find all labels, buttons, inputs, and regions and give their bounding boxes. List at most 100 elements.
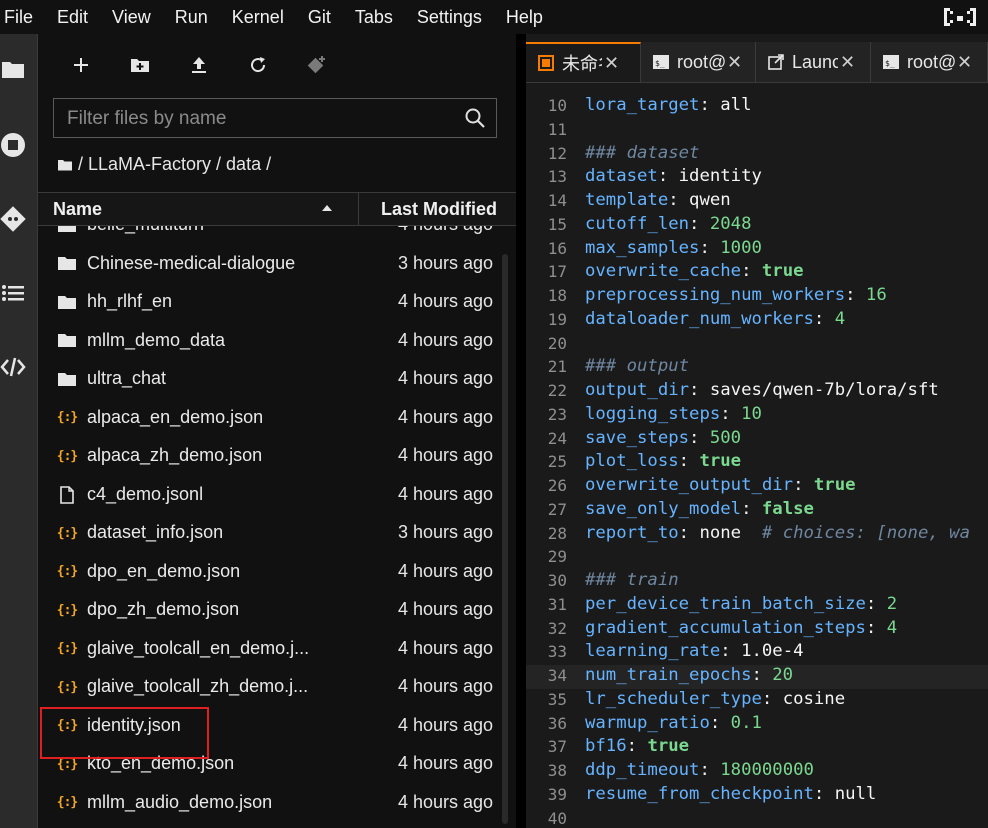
git-icon[interactable]	[0, 206, 26, 232]
line-content: max_samples: 1000	[585, 238, 762, 258]
close-icon[interactable]: ✕	[840, 52, 855, 73]
line-number: 28	[547, 523, 567, 543]
code-line[interactable]: 30 ### train	[526, 570, 988, 594]
new-folder-icon[interactable]	[127, 52, 153, 78]
file-row[interactable]: {:} glaive_toolcall_en_demo.j... 4 hours a…	[38, 630, 516, 668]
file-row[interactable]: {:} dpo_zh_demo.json 4 hours ago	[38, 591, 516, 629]
menu-run[interactable]: Run	[163, 0, 220, 34]
code-line[interactable]: 33 learning_rate: 1.0e-4	[526, 641, 988, 665]
code-line[interactable]: 29	[526, 546, 988, 570]
toc-icon[interactable]	[0, 280, 26, 306]
code-line[interactable]: 28 report_to: none # choices: [none, wa	[526, 523, 988, 547]
file-row[interactable]: {:} dpo_en_demo.json 4 hours ago	[38, 553, 516, 591]
filter-files-input[interactable]	[53, 98, 497, 139]
close-icon[interactable]: ✕	[727, 52, 742, 73]
tab-terminal-1[interactable]: $_ root@ ✕	[641, 42, 756, 82]
code-line[interactable]: 32 gradient_accumulation_steps: 4	[526, 618, 988, 642]
breadcrumb-path[interactable]: / LLaMA-Factory / data /	[78, 154, 271, 175]
file-row[interactable]: hh_rlhf_en 4 hours ago	[38, 283, 516, 321]
code-line[interactable]: 22 output_dir: saves/qwen-7b/lora/sft	[526, 380, 988, 404]
code-line[interactable]: 18 preprocessing_num_workers: 16	[526, 285, 988, 309]
code-line[interactable]: 23 logging_steps: 10	[526, 404, 988, 428]
menu-git[interactable]: Git	[296, 0, 343, 34]
tab-notebook[interactable]: 未命名 ✕	[526, 42, 641, 82]
code-line[interactable]: 14 template: qwen	[526, 190, 988, 214]
json-file-icon: {:}	[57, 794, 79, 812]
tab-terminal-2[interactable]: $_ root@ ✕	[871, 42, 988, 82]
json-file-icon: {:}	[57, 409, 79, 427]
code-line[interactable]: 15 cutoff_len: 2048	[526, 214, 988, 238]
code-token: :	[813, 783, 835, 804]
code-token: 2	[886, 593, 898, 614]
code-line[interactable]: 26 overwrite_output_dir: true	[526, 475, 988, 499]
running-icon[interactable]	[0, 132, 26, 158]
file-row[interactable]: {:} dataset_info.json 3 hours ago	[38, 514, 516, 552]
close-icon[interactable]: ✕	[957, 52, 972, 73]
code-line[interactable]: 10 lora_target: all	[526, 95, 988, 119]
file-row[interactable]: {:} glaive_toolcall_zh_demo.j... 4 hours a…	[38, 668, 516, 706]
menu-view[interactable]: View	[100, 0, 163, 34]
code-line[interactable]: 24 save_steps: 500	[526, 428, 988, 452]
menu-file[interactable]: File	[0, 0, 45, 34]
file-name: mllm_demo_data	[87, 329, 226, 350]
folder-icon	[58, 226, 76, 234]
file-row[interactable]: ultra_chat 4 hours ago	[38, 360, 516, 398]
menu-edit[interactable]: Edit	[45, 0, 100, 34]
code-line[interactable]: 19 dataloader_num_workers: 4	[526, 309, 988, 333]
line-number: 20	[547, 333, 567, 353]
file-name: mllm_audio_demo.json	[87, 791, 273, 812]
file-row[interactable]: {:} alpaca_zh_demo.json 4 hours ago	[38, 437, 516, 475]
filter-text-field[interactable]	[54, 99, 469, 139]
folder-icon[interactable]	[58, 159, 72, 171]
code-line[interactable]: 21 ### output	[526, 356, 988, 380]
code-line[interactable]: 25 plot_loss: true	[526, 451, 988, 475]
upload-icon[interactable]	[186, 52, 212, 78]
column-divider[interactable]	[358, 193, 359, 225]
code-line[interactable]: 16 max_samples: 1000	[526, 238, 988, 262]
line-number: 23	[547, 404, 567, 424]
code-line[interactable]: 27 save_only_model: false	[526, 499, 988, 523]
file-modified: 4 hours ago	[398, 791, 494, 812]
code-line[interactable]: 39 resume_from_checkpoint: null	[526, 784, 988, 808]
file-row[interactable]: mllm_demo_data 4 hours ago	[38, 322, 516, 360]
close-icon[interactable]: ✕	[604, 53, 619, 74]
code-line[interactable]: 35 lr_scheduler_type: cosine	[526, 689, 988, 713]
code-editor[interactable]: 10 lora_target: all 11 12 ### dataset 13 datas…	[526, 83, 988, 828]
code-token: resume_from_checkpoint	[585, 783, 814, 804]
code-line[interactable]: 38 ddp_timeout: 180000000	[526, 760, 988, 784]
code-line[interactable]: 20	[526, 333, 988, 357]
sort-ascending-icon[interactable]	[320, 201, 334, 215]
file-list-scrollbar[interactable]	[502, 254, 508, 824]
extension-icon[interactable]	[0, 354, 26, 380]
refresh-icon[interactable]	[245, 52, 271, 78]
code-line[interactable]: 11	[526, 119, 988, 143]
file-modified: 3 hours ago	[398, 522, 494, 542]
column-header-name[interactable]: Name	[53, 199, 102, 220]
menu-settings[interactable]: Settings	[405, 0, 494, 34]
folder-icon[interactable]	[0, 56, 26, 82]
code-line[interactable]: 12 ### dataset	[526, 143, 988, 167]
editor-tab-bar: 未命名 ✕ $_ root@ ✕ Launcher ✕ $_ root@ ✕	[526, 42, 988, 83]
code-token: 4	[834, 308, 846, 329]
code-line[interactable]: 40	[526, 808, 988, 828]
column-header-last-modified[interactable]: Last Modified	[381, 199, 497, 220]
code-line[interactable]: 31 per_device_train_batch_size: 2	[526, 594, 988, 618]
menu-tabs[interactable]: Tabs	[343, 0, 405, 34]
file-row[interactable]: Chinese-medical-dialogue 3 hours ago	[38, 245, 516, 283]
menu-kernel[interactable]: Kernel	[220, 0, 296, 34]
file-row[interactable]: belle_multiturn 4 hours ago	[38, 226, 516, 244]
code-line[interactable]: 13 dataset: identity	[526, 166, 988, 190]
code-line[interactable]: 37 bf16: true	[526, 736, 988, 760]
code-line[interactable]: 17 overwrite_cache: true	[526, 261, 988, 285]
line-number: 34	[547, 666, 567, 685]
new-launcher-icon[interactable]	[68, 52, 94, 78]
git-clone-icon[interactable]	[304, 52, 330, 78]
code-line[interactable]: 36 warmup_ratio: 0.1	[526, 713, 988, 737]
file-row[interactable]: {:} alpaca_en_demo.json 4 hours ago	[38, 399, 516, 437]
panel-splitter[interactable]	[516, 34, 526, 828]
file-row[interactable]: c4_demo.jsonl 4 hours ago	[38, 476, 516, 514]
code-line[interactable]: 34 num_train_epochs: 20	[526, 665, 988, 689]
menu-help[interactable]: Help	[494, 0, 555, 34]
tab-launcher[interactable]: Launcher ✕	[756, 42, 871, 82]
file-row[interactable]: {:} mllm_audio_demo.json 4 hours ago	[38, 784, 516, 822]
